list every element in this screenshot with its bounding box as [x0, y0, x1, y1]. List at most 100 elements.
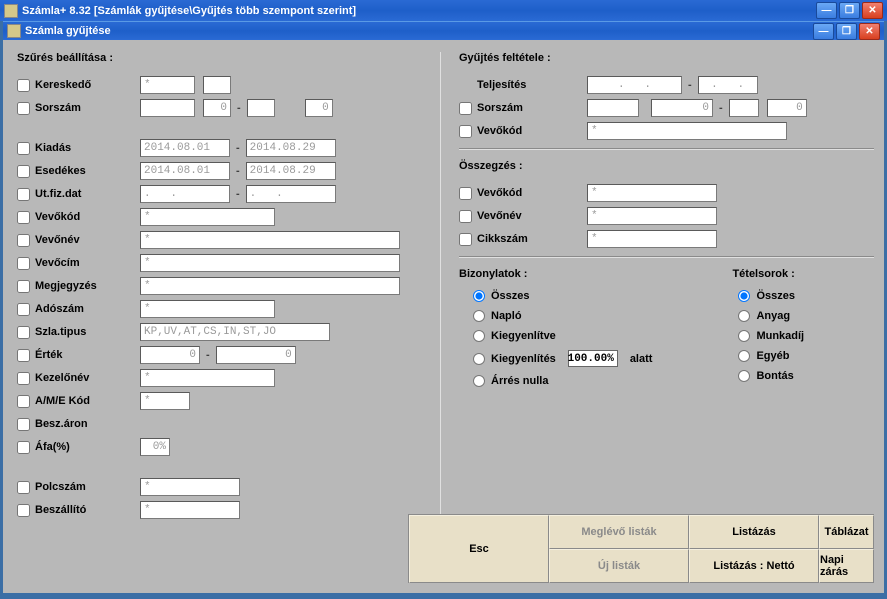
- amekod-checkbox[interactable]: [17, 395, 30, 408]
- r-vevokod-label: Vevőkód: [477, 125, 587, 137]
- biz-naplo-radio[interactable]: [473, 310, 485, 322]
- osszegzes-title: Összegzés :: [459, 160, 874, 172]
- sorszam-input-4[interactable]: [305, 99, 333, 117]
- biz-kiegyenlitve-radio[interactable]: [473, 330, 485, 342]
- sorszam-input-1[interactable]: [140, 99, 195, 117]
- szlatipus-input[interactable]: [140, 323, 330, 341]
- listazas-button[interactable]: Listázás: [689, 515, 819, 549]
- vevocim-checkbox[interactable]: [17, 257, 30, 270]
- tet-osszes-radio[interactable]: [738, 290, 750, 302]
- tet-egyeb-label: Egyéb: [756, 350, 789, 362]
- biz-kiegyenlites-radio[interactable]: [473, 353, 485, 365]
- kereskedo-checkbox[interactable]: [17, 79, 30, 92]
- megjegyzes-checkbox[interactable]: [17, 280, 30, 293]
- ujlistak-button[interactable]: Új listák: [549, 549, 689, 583]
- sorszam-input-2[interactable]: [203, 99, 231, 117]
- vevokod-label: Vevőkód: [35, 211, 140, 223]
- o-vevokod-checkbox[interactable]: [459, 187, 472, 200]
- o-vevokod-input[interactable]: [587, 184, 717, 202]
- o-cikkszam-checkbox[interactable]: [459, 233, 472, 246]
- teljesites-to[interactable]: [698, 76, 758, 94]
- beszallito-input[interactable]: [140, 501, 240, 519]
- inner-minimize-button[interactable]: —: [813, 23, 834, 40]
- o-cikkszam-input[interactable]: [587, 230, 717, 248]
- minimize-button[interactable]: —: [816, 2, 837, 19]
- biz-kiegyenlitve-label: Kiegyenlítve: [491, 330, 556, 342]
- sorszam-input-3[interactable]: [247, 99, 275, 117]
- adoszam-checkbox[interactable]: [17, 303, 30, 316]
- esedekes-to[interactable]: [246, 162, 336, 180]
- megjegyzes-input[interactable]: [140, 277, 400, 295]
- ertek-checkbox[interactable]: [17, 349, 30, 362]
- kezelonev-checkbox[interactable]: [17, 372, 30, 385]
- vevokod-checkbox[interactable]: [17, 211, 30, 224]
- polcszam-checkbox[interactable]: [17, 481, 30, 494]
- tablazat-button[interactable]: Táblázat: [819, 515, 874, 549]
- polcszam-input[interactable]: [140, 478, 240, 496]
- kiadas-checkbox[interactable]: [17, 142, 30, 155]
- listazasnetto-button[interactable]: Listázás : Nettó: [689, 549, 819, 583]
- vevocim-input[interactable]: [140, 254, 400, 272]
- sorszam-checkbox[interactable]: [17, 102, 30, 115]
- ertek-to[interactable]: [216, 346, 296, 364]
- o-vevonev-input[interactable]: [587, 207, 717, 225]
- r-sorszam-3[interactable]: [729, 99, 759, 117]
- r-sorszam-label: Sorszám: [477, 102, 587, 114]
- utfizdat-from[interactable]: [140, 185, 230, 203]
- utfizdat-checkbox[interactable]: [17, 188, 30, 201]
- adoszam-input[interactable]: [140, 300, 275, 318]
- tetelsorok-section: Tételsorok : Összes Anyag Munkadíj Egyéb…: [732, 268, 874, 387]
- afa-input[interactable]: [140, 438, 170, 456]
- vevonev-input[interactable]: [140, 231, 400, 249]
- inner-maximize-button[interactable]: ❐: [836, 23, 857, 40]
- r-vevokod-input[interactable]: [587, 122, 787, 140]
- tet-bontas-radio[interactable]: [738, 370, 750, 382]
- amekod-label: A/M/E Kód: [35, 395, 140, 407]
- r-sorszam-checkbox[interactable]: [459, 102, 472, 115]
- meglevolistak-button[interactable]: Meglévő listák: [549, 515, 689, 549]
- teljesites-from[interactable]: [587, 76, 682, 94]
- adoszam-label: Adószám: [35, 303, 140, 315]
- vevonev-checkbox[interactable]: [17, 234, 30, 247]
- afa-checkbox[interactable]: [17, 441, 30, 454]
- tet-munkadij-radio[interactable]: [738, 330, 750, 342]
- maximize-button[interactable]: ❐: [839, 2, 860, 19]
- tet-anyag-radio[interactable]: [738, 310, 750, 322]
- kezelonev-input[interactable]: [140, 369, 275, 387]
- pct-value: 100.00%: [568, 350, 618, 367]
- biz-arresnulla-radio[interactable]: [473, 375, 485, 387]
- esedekes-from[interactable]: [140, 162, 230, 180]
- beszallito-label: Beszállító: [35, 504, 140, 516]
- r-sorszam-4[interactable]: [767, 99, 807, 117]
- o-vevonev-checkbox[interactable]: [459, 210, 472, 223]
- inner-close-button[interactable]: ✕: [859, 23, 880, 40]
- app-icon: [4, 4, 18, 18]
- filter-section-title: Szűrés beállítása :: [17, 52, 422, 64]
- close-button[interactable]: ✕: [862, 2, 883, 19]
- kereskedo-input-2[interactable]: [203, 76, 231, 94]
- r-sorszam-1[interactable]: [587, 99, 639, 117]
- biz-osszes-radio[interactable]: [473, 290, 485, 302]
- utfizdat-to[interactable]: [246, 185, 336, 203]
- esedekes-checkbox[interactable]: [17, 165, 30, 178]
- ertek-from[interactable]: [140, 346, 200, 364]
- r-vevokod-checkbox[interactable]: [459, 125, 472, 138]
- napizaras-button[interactable]: Napi zárás: [819, 549, 874, 583]
- afa-label: Áfa(%): [35, 441, 140, 453]
- tet-egyeb-radio[interactable]: [738, 350, 750, 362]
- kiadas-to[interactable]: [246, 139, 336, 157]
- beszallito-checkbox[interactable]: [17, 504, 30, 517]
- kereskedo-input-1[interactable]: [140, 76, 195, 94]
- vevokod-input[interactable]: [140, 208, 275, 226]
- teljesites-label: Teljesítés: [477, 79, 587, 91]
- inner-titlebar: Számla gyűjtése — ❐ ✕: [3, 21, 884, 40]
- doc-icon: [7, 24, 21, 38]
- amekod-input[interactable]: [140, 392, 190, 410]
- szlatipus-checkbox[interactable]: [17, 326, 30, 339]
- kezelonev-label: Kezelőnév: [35, 372, 140, 384]
- beszaron-checkbox[interactable]: [17, 418, 30, 431]
- kiadas-from[interactable]: [140, 139, 230, 157]
- esc-button[interactable]: Esc: [409, 515, 549, 583]
- sorszam-label: Sorszám: [35, 102, 140, 114]
- r-sorszam-2[interactable]: [651, 99, 713, 117]
